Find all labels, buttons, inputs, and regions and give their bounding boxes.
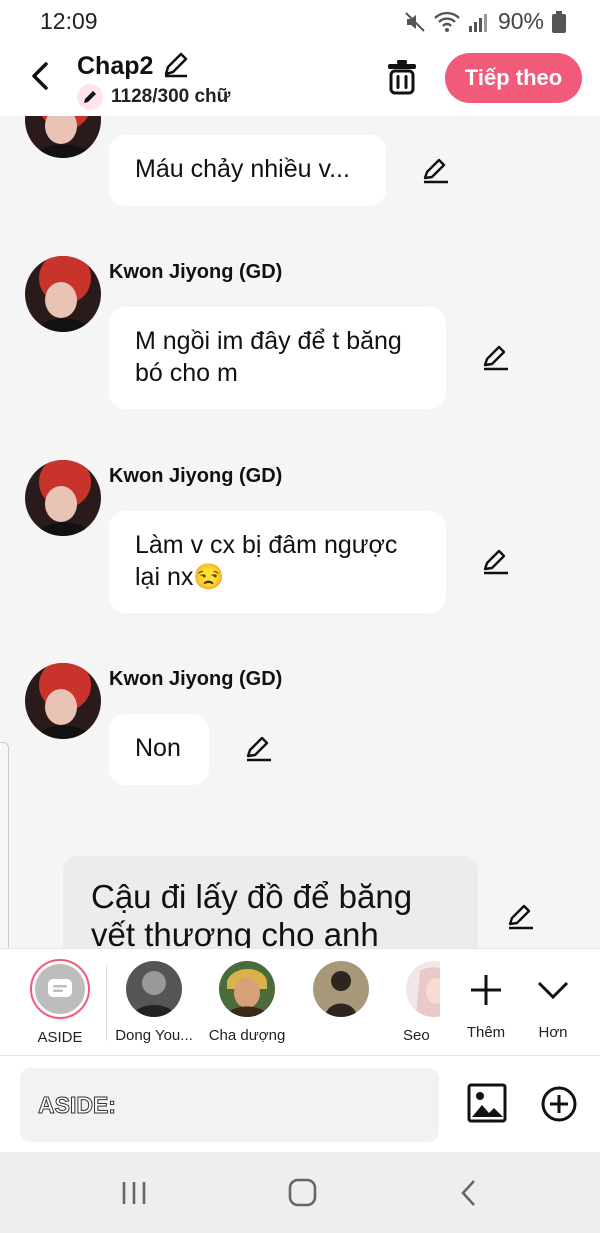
character-silhouette[interactable] bbox=[296, 961, 386, 1027]
avatar[interactable] bbox=[25, 116, 101, 158]
message-bubble[interactable]: Máu chảy nhiều v... bbox=[109, 135, 386, 206]
message-text: Non bbox=[135, 734, 181, 762]
word-count-row: 1128/300 chữ bbox=[77, 84, 230, 110]
narration-text: Cậu đi lấy đồ để băng vết thương cho anh bbox=[91, 878, 413, 948]
chapter-title: Chap2 bbox=[77, 52, 154, 80]
home-icon bbox=[288, 1178, 317, 1207]
edit-message-button[interactable] bbox=[481, 547, 511, 577]
pencil-icon[interactable] bbox=[161, 49, 191, 84]
message-bubble[interactable]: Làm v cx bị đâm ngược lại nx😒 bbox=[109, 511, 446, 613]
character-dong[interactable]: Dong You... bbox=[109, 961, 199, 1044]
battery-icon bbox=[552, 10, 566, 33]
avatar[interactable] bbox=[25, 663, 101, 739]
pencil-icon bbox=[483, 549, 508, 575]
pencil-badge-icon bbox=[77, 84, 103, 110]
narration-bubble[interactable]: Cậu đi lấy đồ để băng vết thương cho anh bbox=[63, 856, 478, 948]
character-avatar bbox=[219, 961, 275, 1017]
character-aside[interactable]: ASIDE bbox=[15, 959, 105, 1046]
character-avatar bbox=[313, 961, 369, 1017]
edit-narration-button[interactable] bbox=[506, 902, 536, 932]
add-content-button[interactable] bbox=[540, 1085, 578, 1123]
edit-message-button[interactable] bbox=[244, 734, 274, 764]
divider bbox=[106, 965, 107, 1041]
chevron-left-icon bbox=[32, 62, 48, 90]
image-icon bbox=[467, 1083, 507, 1123]
status-icons: 90% bbox=[404, 8, 566, 35]
chat-bubble-icon bbox=[35, 964, 85, 1014]
message-bubble[interactable]: M ngồi im đây để t băng bó cho m bbox=[109, 307, 446, 409]
character-label: Seo bbox=[403, 1027, 430, 1044]
pencil-icon bbox=[508, 904, 533, 930]
mute-icon bbox=[404, 11, 426, 33]
battery-percent: 90% bbox=[497, 8, 544, 34]
recents-button[interactable] bbox=[116, 1176, 152, 1210]
back-icon bbox=[461, 1180, 475, 1206]
character-name: Kwon Jiyong (GD) bbox=[109, 668, 283, 690]
message-text: M ngồi im đây để t băng bó cho m bbox=[135, 327, 402, 387]
character-avatar bbox=[126, 961, 182, 1017]
character-name: Kwon Jiyong (GD) bbox=[109, 261, 283, 283]
status-bar: 12:09 90% bbox=[0, 0, 600, 42]
chevron-down-icon bbox=[537, 981, 569, 1000]
input-bar bbox=[0, 1056, 600, 1152]
character-bar: ASIDE Dong You... Cha dượng Seo Thêm Hơn bbox=[0, 948, 600, 1056]
next-button[interactable]: Tiếp theo bbox=[445, 53, 582, 103]
back-button[interactable] bbox=[22, 56, 56, 96]
pencil-icon bbox=[483, 345, 508, 371]
title-area[interactable]: Chap2 bbox=[77, 49, 191, 84]
avatar[interactable] bbox=[25, 460, 101, 536]
message-bubble[interactable]: Non bbox=[109, 714, 209, 785]
recents-icon bbox=[122, 1182, 146, 1204]
message-input[interactable] bbox=[20, 1068, 439, 1142]
home-button[interactable] bbox=[284, 1176, 320, 1210]
message-text: Máu chảy nhiều v... bbox=[135, 155, 350, 183]
character-avatar bbox=[406, 961, 440, 1017]
image-button[interactable] bbox=[467, 1083, 507, 1123]
wifi-icon bbox=[434, 11, 460, 33]
more-button[interactable]: Hơn bbox=[523, 961, 583, 1041]
aside-avatar bbox=[30, 959, 90, 1019]
plus-circle-icon bbox=[541, 1086, 577, 1122]
edit-message-button[interactable] bbox=[421, 156, 451, 186]
edit-message-button[interactable] bbox=[481, 343, 511, 373]
pencil-icon bbox=[246, 736, 271, 762]
trash-icon bbox=[388, 60, 416, 95]
add-character-button[interactable]: Thêm bbox=[456, 961, 516, 1041]
message-text: Làm v cx bị đâm ngược lại nx😒 bbox=[135, 531, 398, 591]
word-count: 1128/300 chữ bbox=[111, 86, 231, 107]
status-time: 12:09 bbox=[40, 8, 98, 34]
character-seo[interactable]: Seo bbox=[390, 961, 440, 1044]
trash-button[interactable] bbox=[385, 58, 419, 96]
character-name: Kwon Jiyong (GD) bbox=[109, 465, 283, 487]
add-label: Thêm bbox=[466, 1024, 506, 1041]
side-scroll-handle[interactable] bbox=[0, 742, 9, 972]
editor-header: Chap2 1128/300 chữ Tiếp theo bbox=[0, 42, 600, 116]
avatar[interactable] bbox=[25, 256, 101, 332]
more-label: Hơn bbox=[538, 1024, 568, 1041]
character-cha-duong[interactable]: Cha dượng bbox=[202, 961, 292, 1044]
character-label: Dong You... bbox=[115, 1027, 193, 1044]
character-label: ASIDE bbox=[37, 1029, 83, 1046]
pencil-icon bbox=[423, 158, 448, 184]
character-label: Cha dượng bbox=[208, 1027, 286, 1044]
system-back-button[interactable] bbox=[452, 1176, 488, 1210]
chat-area[interactable]: Máu chảy nhiều v... Kwon Jiyong (GD) M n… bbox=[0, 116, 600, 948]
signal-icon bbox=[468, 11, 490, 33]
system-nav-bar bbox=[0, 1152, 600, 1233]
plus-icon bbox=[471, 975, 501, 1005]
